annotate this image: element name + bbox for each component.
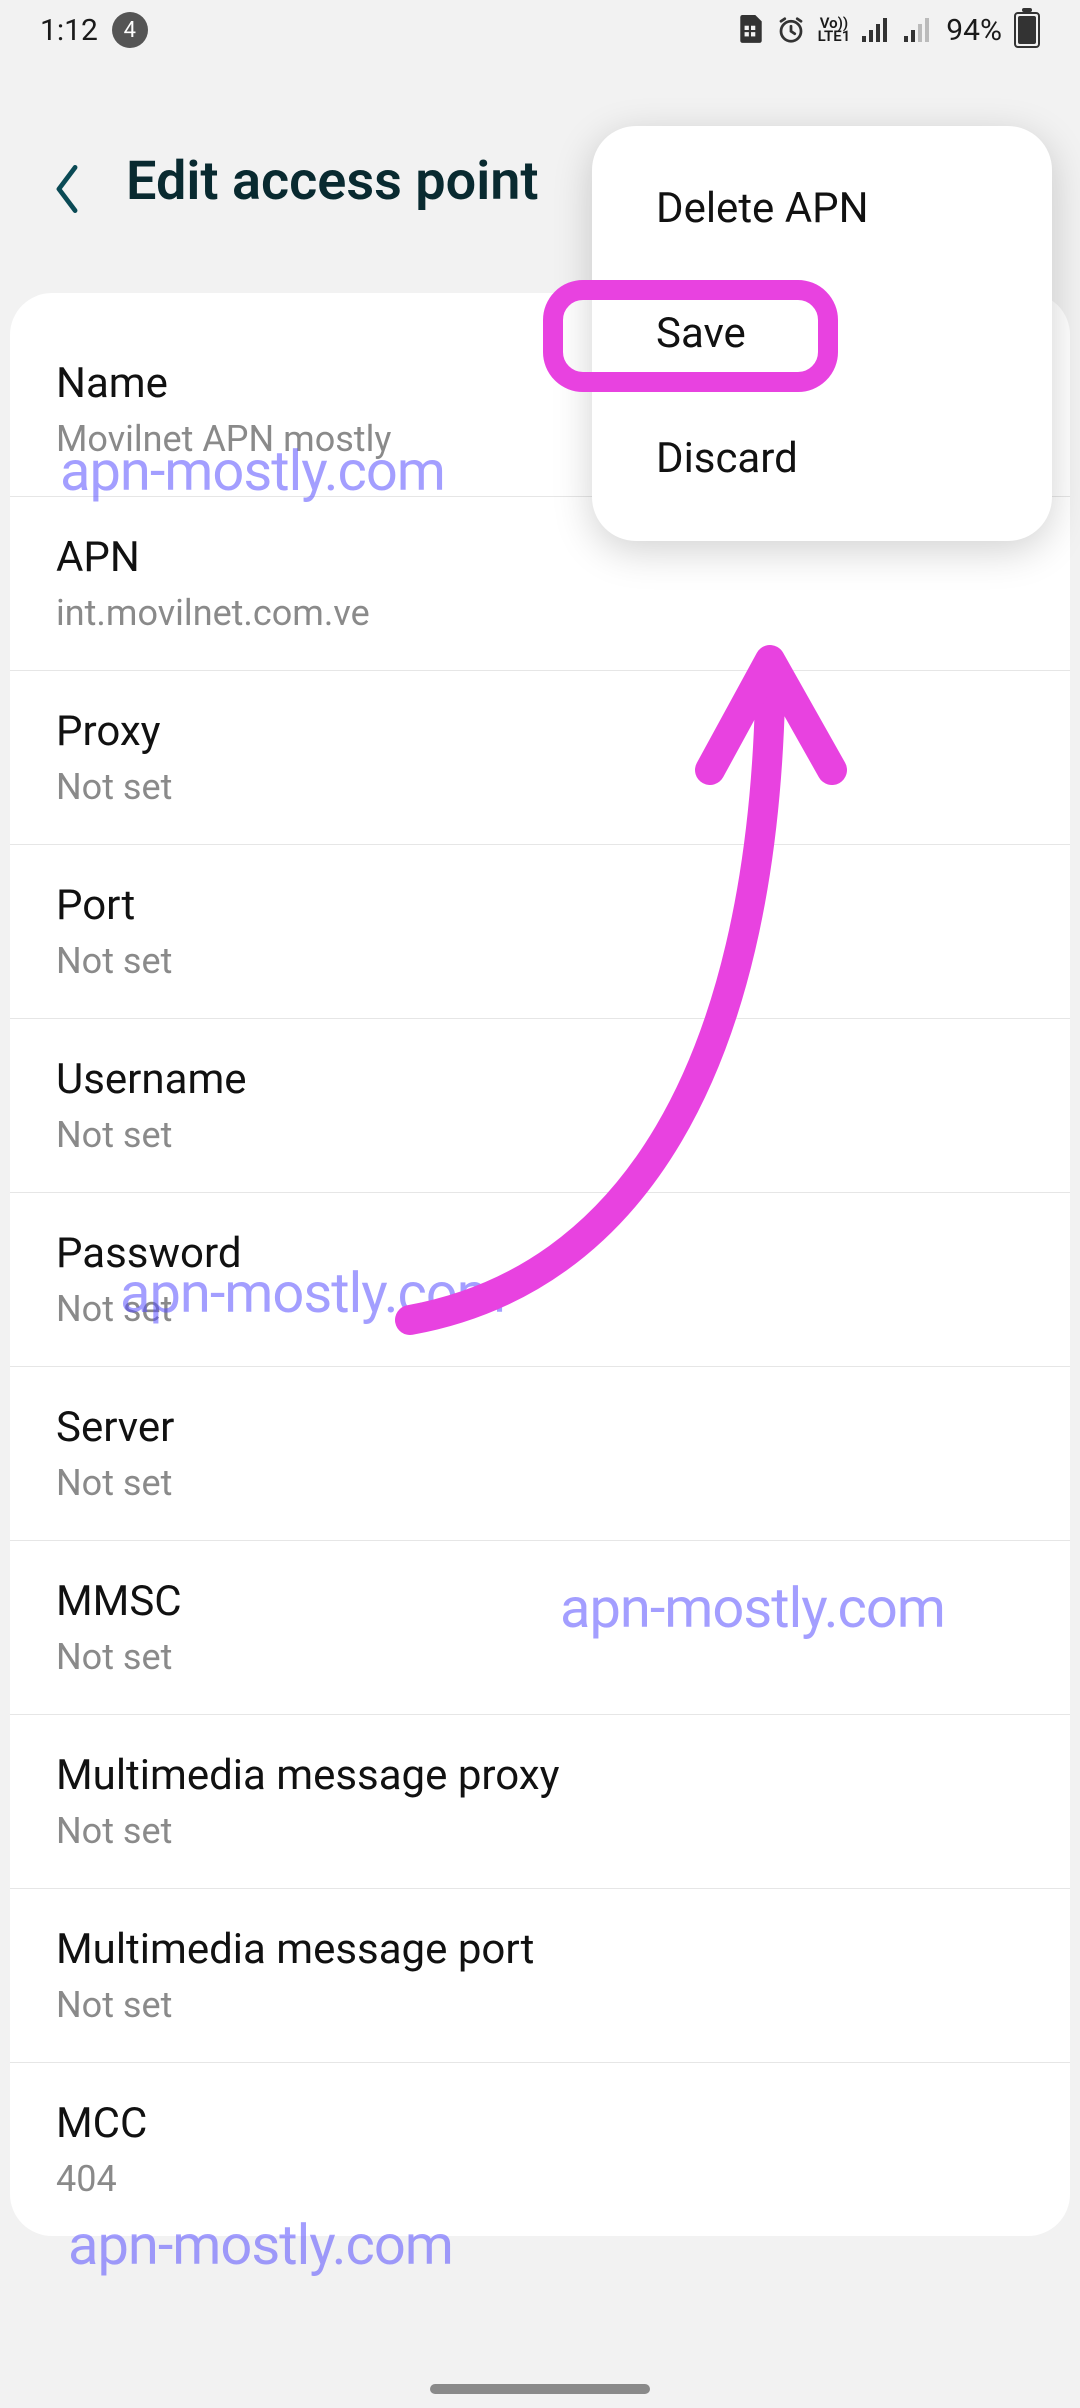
row-label: Username [56,1055,1024,1104]
settings-card: Name Movilnet APN mostly APN int.movilne… [10,293,1070,2236]
status-bar: 1:12 4 Vo))LTE1 94% [0,0,1080,60]
row-username[interactable]: Username Not set [10,1019,1070,1193]
signal-icon-1 [862,18,892,42]
row-value: Not set [56,766,1024,808]
row-label: Port [56,881,1024,930]
row-value: Not set [56,940,1024,982]
nav-handle[interactable] [430,2384,650,2394]
battery-icon [1014,12,1040,48]
menu-delete-apn[interactable]: Delete APN [592,146,1052,271]
back-icon[interactable] [50,162,90,202]
status-right: Vo))LTE1 94% [738,12,1040,48]
row-label: Multimedia message port [56,1925,1024,1974]
row-mms-port[interactable]: Multimedia message port Not set [10,1889,1070,2063]
row-label: Multimedia message proxy [56,1751,1024,1800]
row-proxy[interactable]: Proxy Not set [10,671,1070,845]
row-label: Password [56,1229,1024,1278]
overflow-menu: Delete APN Save Discard [592,126,1052,541]
row-mcc[interactable]: MCC 404 [10,2063,1070,2236]
alarm-icon [776,15,806,45]
clock: 1:12 [40,13,98,48]
volte-icon: Vo))LTE1 [818,17,851,44]
row-value: Not set [56,1984,1024,2026]
battery-percent: 94% [946,13,1002,48]
row-mmsc[interactable]: MMSC Not set [10,1541,1070,1715]
row-label: MCC [56,2099,1024,2148]
row-port[interactable]: Port Not set [10,845,1070,1019]
row-value: Not set [56,1114,1024,1156]
row-label: Server [56,1403,1024,1452]
row-password[interactable]: Password Not set [10,1193,1070,1367]
page-title: Edit access point [126,150,539,213]
row-value: Not set [56,1288,1024,1330]
notifications-badge: 4 [112,12,148,48]
menu-discard[interactable]: Discard [592,396,1052,521]
row-value: 404 [56,2158,1024,2200]
row-mms-proxy[interactable]: Multimedia message proxy Not set [10,1715,1070,1889]
sim-card-icon [738,15,764,45]
row-value: Not set [56,1810,1024,1852]
row-value: Not set [56,1462,1024,1504]
menu-save[interactable]: Save [592,271,1052,396]
row-value: Not set [56,1636,1024,1678]
signal-icon-2 [904,18,934,42]
row-label: MMSC [56,1577,1024,1626]
row-value: int.movilnet.com.ve [56,592,1024,634]
row-server[interactable]: Server Not set [10,1367,1070,1541]
row-label: Proxy [56,707,1024,756]
status-left: 1:12 4 [40,12,148,48]
